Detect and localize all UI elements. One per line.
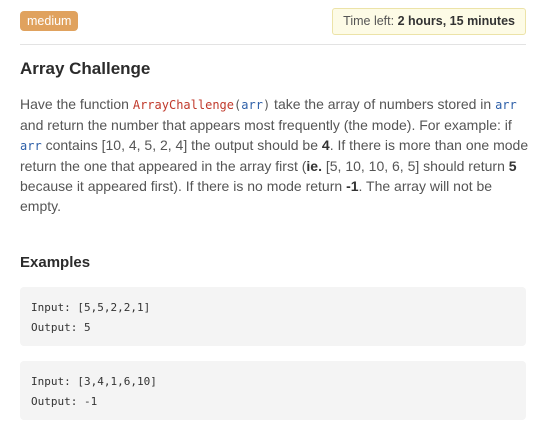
desc-text: [5, 10, 10, 6, 5] should return bbox=[321, 158, 509, 174]
examples-heading: Examples bbox=[20, 254, 91, 271]
arr-code: arr bbox=[495, 98, 517, 112]
desc-bold: -1 bbox=[346, 178, 359, 194]
challenge-title: Array Challenge bbox=[20, 59, 151, 78]
desc-text: because it appeared first). If there is … bbox=[20, 178, 347, 194]
challenge-description: Have the function ArrayChallenge(arr) ta… bbox=[20, 94, 530, 216]
difficulty-badge: medium bbox=[20, 11, 79, 31]
desc-text: take the array of numbers stored in bbox=[270, 96, 496, 112]
arr-code: arr bbox=[20, 139, 42, 153]
desc-bold: ie. bbox=[306, 158, 322, 174]
function-arg-code: arr bbox=[241, 98, 263, 112]
desc-bold: 4 bbox=[321, 137, 330, 153]
top-bar: medium Time left: 2 hours, 15 minutes bbox=[20, 0, 526, 45]
time-left-label: Time left: bbox=[343, 14, 395, 28]
desc-text: Have the function bbox=[20, 96, 133, 112]
example-input: Input: [5,5,2,2,1] bbox=[31, 301, 151, 314]
desc-text: contains [10, 4, 5, 2, 4] the output sho… bbox=[41, 137, 322, 153]
desc-text: and return the number that appears most … bbox=[20, 117, 512, 133]
desc-bold: 5 bbox=[508, 158, 517, 174]
example-input: Input: [3,4,1,6,10] bbox=[31, 375, 157, 388]
example-block: Input: [3,4,1,6,10] Output: -1 bbox=[20, 361, 526, 420]
time-left-value: 2 hours, 15 minutes bbox=[397, 14, 515, 28]
example-output: Output: -1 bbox=[31, 395, 98, 408]
example-block: Input: [5,5,2,2,1] Output: 5 bbox=[20, 287, 526, 346]
time-left-box: Time left: 2 hours, 15 minutes bbox=[332, 8, 526, 35]
function-name-code: ArrayChallenge bbox=[132, 98, 235, 112]
example-output: Output: 5 bbox=[31, 321, 91, 334]
